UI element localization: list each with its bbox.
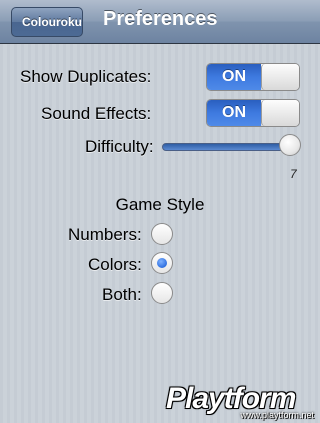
back-button-wrap[interactable]: Colouroku <box>5 7 89 37</box>
back-button[interactable]: Colouroku <box>11 7 83 37</box>
toggle-on-label: ON <box>207 64 261 90</box>
difficulty-label: Difficulty: <box>85 137 154 156</box>
playtform-watermark: Playtform www.playtform.net <box>166 382 316 422</box>
toggle-knob <box>261 100 299 126</box>
page-title: Preferences <box>103 8 218 30</box>
difficulty-value: 7 <box>290 167 297 181</box>
navigation-bar: Colouroku Preferences <box>0 0 320 44</box>
radio-selected-dot <box>157 258 167 268</box>
sound-effects-toggle[interactable]: ON <box>206 99 300 127</box>
colors-label: Colors: <box>88 255 142 274</box>
watermark-url: www.playtform.net <box>240 410 314 420</box>
both-radio[interactable] <box>151 282 173 304</box>
colors-radio[interactable] <box>151 252 173 274</box>
toggle-knob <box>261 64 299 90</box>
show-duplicates-label: Show Duplicates: <box>20 67 152 86</box>
difficulty-slider-thumb[interactable] <box>279 134 301 156</box>
show-duplicates-toggle[interactable]: ON <box>206 63 300 91</box>
toggle-on-label: ON <box>207 100 261 126</box>
game-style-title: Game Style <box>115 195 205 214</box>
numbers-radio[interactable] <box>151 223 173 245</box>
numbers-label: Numbers: <box>68 225 142 244</box>
difficulty-slider-track[interactable] <box>162 143 292 151</box>
both-label: Both: <box>102 285 142 304</box>
sound-effects-label: Sound Effects: <box>41 104 152 123</box>
